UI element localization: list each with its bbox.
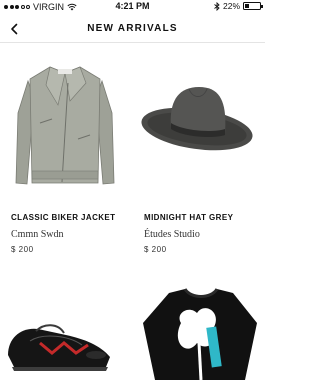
product-price: $ 200 [144, 245, 167, 254]
nav-bar: NEW ARRIVALS [0, 16, 265, 42]
product-image-sweater [143, 288, 257, 380]
product-image-shoes [8, 324, 110, 371]
product-brand: Cmmn Swdn [11, 229, 64, 240]
battery-fill [245, 4, 249, 8]
product-brand: Études Studio [144, 229, 200, 240]
product-price: $ 200 [11, 245, 34, 254]
product-image-biker-jacket [15, 66, 115, 185]
battery-icon [243, 2, 263, 10]
battery-percent: 22% [222, 1, 240, 11]
status-right: 22% [214, 1, 263, 11]
product-card[interactable]: MIDNIGHT HAT GREY Études Studio $ 200 [133, 43, 263, 258]
product-image-hat [141, 87, 253, 151]
status-bar: VIRGIN 4:21 PM 22% [0, 0, 265, 14]
bluetooth-icon [214, 1, 220, 11]
product-card[interactable] [0, 283, 130, 380]
product-name: CLASSIC BIKER JACKET [11, 213, 116, 222]
page-title: NEW ARRIVALS [87, 23, 178, 34]
product-card[interactable]: CLASSIC BIKER JACKET Cmmn Swdn $ 200 [0, 43, 130, 258]
product-name: MIDNIGHT HAT GREY [144, 213, 234, 222]
product-card[interactable] [133, 283, 263, 380]
